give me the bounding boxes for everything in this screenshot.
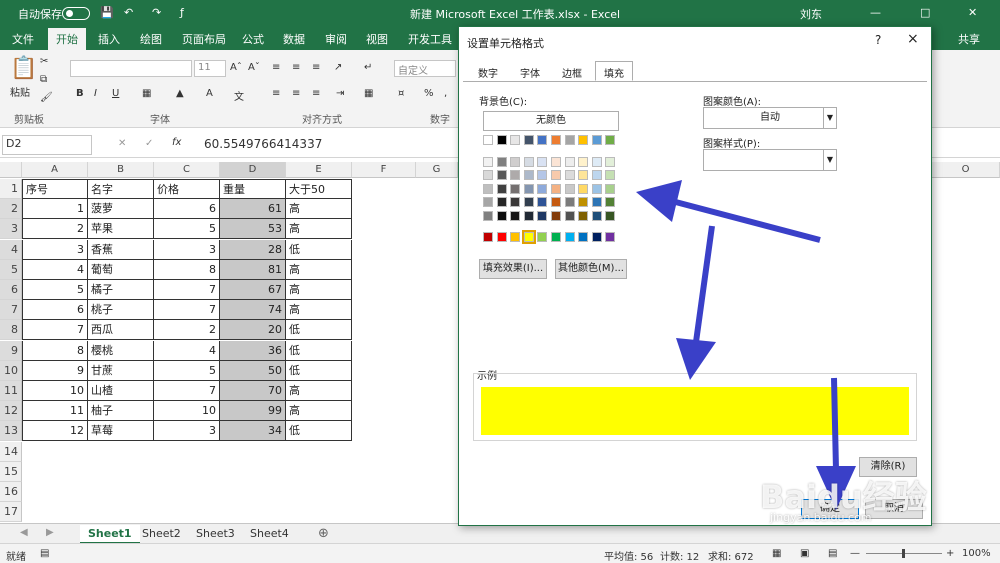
arrow-head-palette [636, 180, 682, 222]
arrow-head-sample [676, 338, 716, 380]
arrow-line-sample [693, 225, 715, 343]
arrow-line-palette [667, 197, 821, 243]
arrow-line-ok [831, 377, 839, 471]
arrow-group [636, 180, 856, 510]
baidu-watermark-url: jingyan.baidu.com [770, 511, 872, 524]
